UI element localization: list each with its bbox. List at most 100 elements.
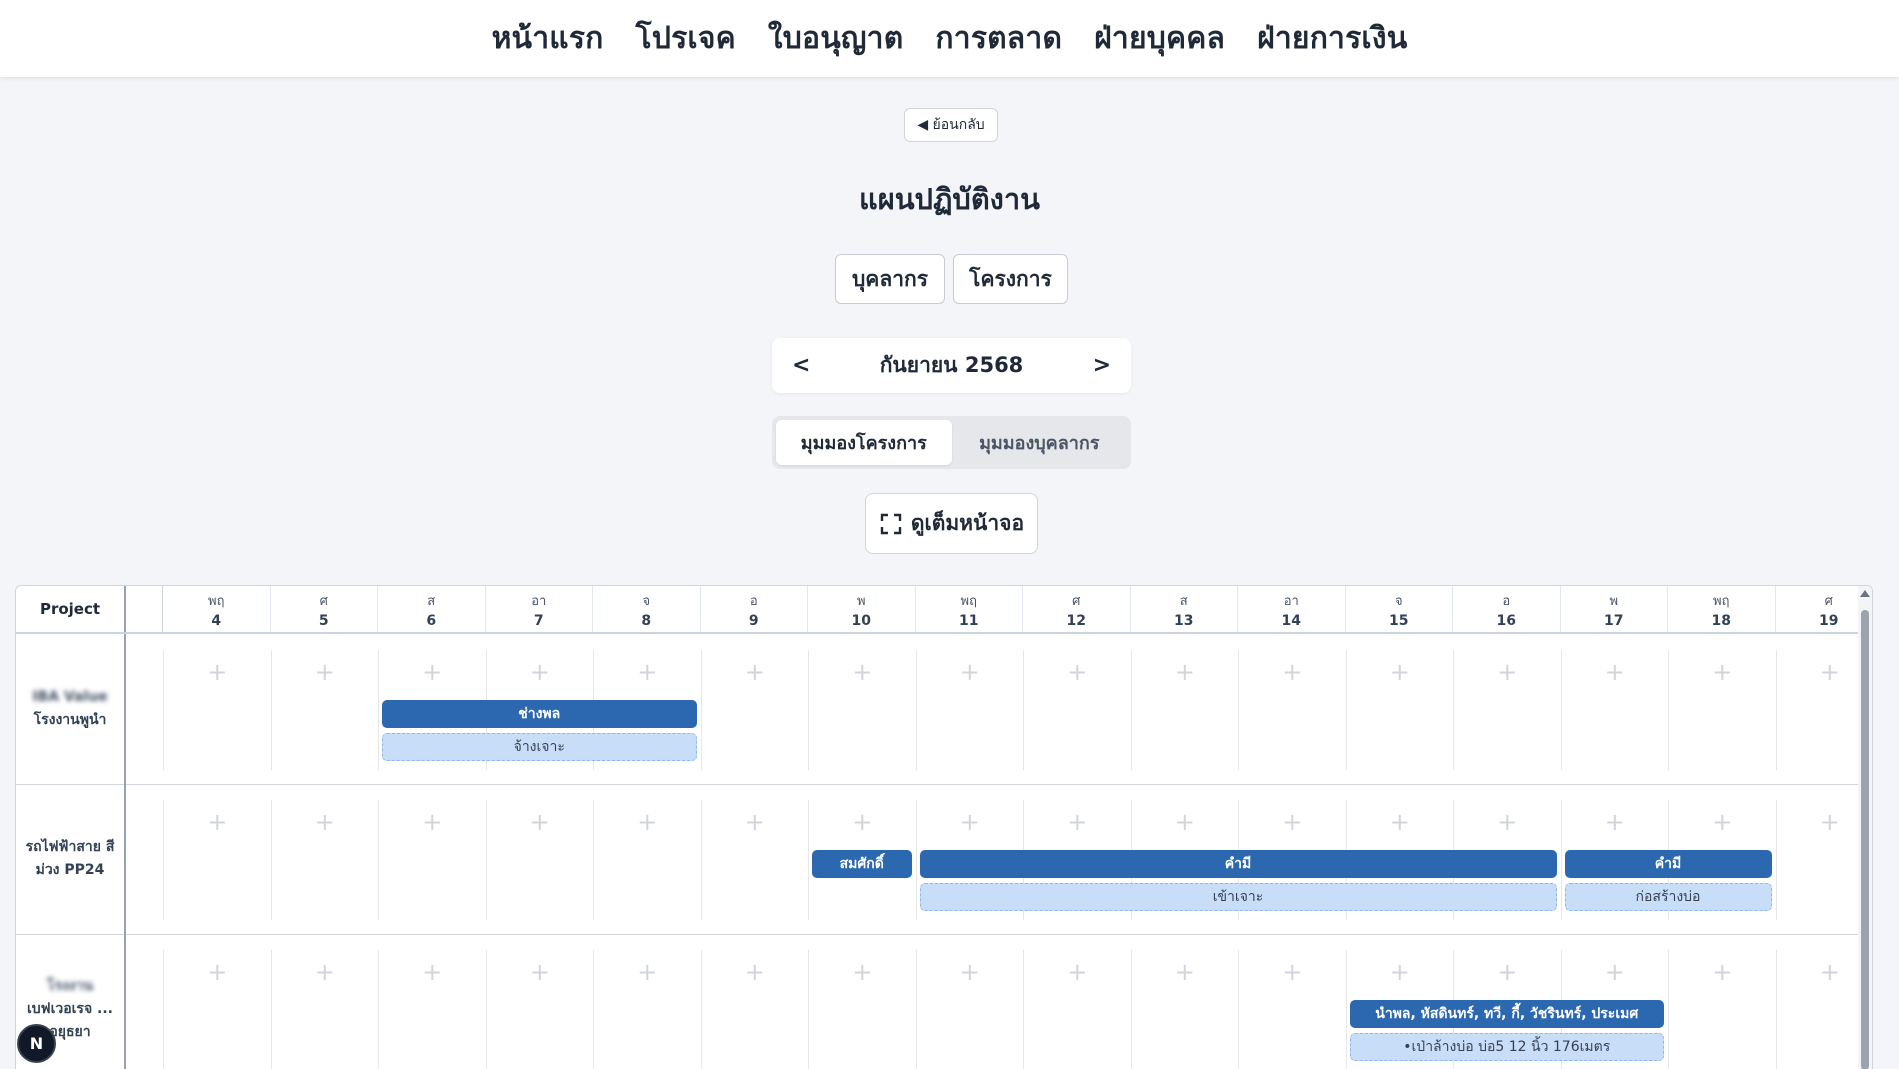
add-event-icon[interactable]: + <box>164 658 271 686</box>
event-assignees-bar[interactable]: คำมี <box>1564 850 1772 878</box>
event-task-bar[interactable]: จ้างเจาะ <box>382 733 697 761</box>
add-event-icon[interactable]: + <box>702 958 809 986</box>
add-event-icon[interactable]: + <box>917 658 1024 686</box>
vertical-scrollbar[interactable] <box>1858 586 1872 1069</box>
day-cell[interactable]: + <box>378 950 486 1069</box>
add-event-icon[interactable]: + <box>594 958 701 986</box>
add-event-icon[interactable]: + <box>164 958 271 986</box>
day-cell[interactable]: + <box>163 650 271 770</box>
day-cell[interactable]: + <box>485 800 594 920</box>
add-event-icon[interactable]: + <box>379 958 486 986</box>
add-event-icon[interactable]: + <box>1132 808 1239 836</box>
prev-month-button[interactable]: < <box>792 353 810 378</box>
add-event-icon[interactable]: + <box>1132 958 1239 986</box>
add-event-icon[interactable]: + <box>1239 808 1346 836</box>
add-event-icon[interactable]: + <box>487 658 594 686</box>
event-assignees-bar[interactable]: ช่างพล <box>382 700 697 728</box>
event-assignees-bar[interactable]: คำมี <box>919 850 1557 878</box>
add-event-icon[interactable]: + <box>1024 958 1131 986</box>
event-assignees-bar[interactable]: สมศักดิ์ <box>812 850 912 878</box>
day-cell[interactable]: + <box>1023 950 1131 1069</box>
add-event-icon[interactable]: + <box>1669 958 1776 986</box>
tab-personnel[interactable]: บุคลากร <box>835 254 945 304</box>
add-event-icon[interactable]: + <box>1454 658 1561 686</box>
day-cell[interactable]: + <box>270 650 379 770</box>
day-cell[interactable]: + <box>1560 650 1669 770</box>
day-cell[interactable]: + <box>593 800 701 920</box>
add-event-icon[interactable]: + <box>809 658 916 686</box>
day-cell[interactable]: + <box>700 800 809 920</box>
day-cell[interactable]: + <box>915 650 1024 770</box>
day-cell[interactable]: + <box>485 950 594 1069</box>
day-cell[interactable]: + <box>700 950 809 1069</box>
event-task-bar[interactable]: ก่อสร้างบ่อ <box>1564 883 1772 911</box>
day-cell[interactable]: + <box>378 800 486 920</box>
add-event-icon[interactable]: + <box>164 808 271 836</box>
add-event-icon[interactable]: + <box>1562 658 1669 686</box>
scrollbar-thumb[interactable] <box>1861 610 1869 1069</box>
add-event-icon[interactable]: + <box>1454 958 1561 986</box>
event-assignees-bar[interactable]: นำพล, หัสดินทร์, ทวี, กี้, วัชรินทร์, ปร… <box>1349 1000 1664 1028</box>
add-event-icon[interactable]: + <box>1669 658 1776 686</box>
day-cell[interactable]: + <box>1345 650 1454 770</box>
event-task-bar[interactable]: เข้าเจาะ <box>919 883 1557 911</box>
add-event-icon[interactable]: + <box>487 808 594 836</box>
add-event-icon[interactable]: + <box>1669 808 1776 836</box>
add-event-icon[interactable]: + <box>917 808 1024 836</box>
day-cell[interactable]: + <box>808 650 916 770</box>
tab-projects[interactable]: โครงการ <box>953 254 1068 304</box>
day-cell[interactable]: + <box>1130 650 1239 770</box>
add-event-icon[interactable]: + <box>1562 808 1669 836</box>
n-badge-icon[interactable]: N <box>17 1024 56 1063</box>
project-label[interactable]: รถไฟฟ้าสาย สีม่วง PP24 <box>16 784 126 934</box>
day-cell[interactable]: + <box>270 800 379 920</box>
add-event-icon[interactable]: + <box>379 658 486 686</box>
add-event-icon[interactable]: + <box>272 808 379 836</box>
add-event-icon[interactable]: + <box>487 958 594 986</box>
day-cell[interactable]: + <box>808 950 916 1069</box>
nav-projects[interactable]: โปรเจค <box>636 15 736 62</box>
day-cell[interactable]: + <box>270 950 379 1069</box>
day-cell[interactable]: + <box>1238 950 1346 1069</box>
back-button[interactable]: ◀ ย้อนกลับ <box>904 108 998 142</box>
nav-licenses[interactable]: ใบอนุญาต <box>768 15 904 62</box>
day-cell[interactable]: + <box>1130 950 1239 1069</box>
day-cell[interactable]: + <box>1453 650 1561 770</box>
project-view-button[interactable]: มุมมองโครงการ <box>776 420 952 465</box>
add-event-icon[interactable]: + <box>594 808 701 836</box>
day-cell[interactable]: + <box>700 650 809 770</box>
day-cell[interactable]: + <box>163 950 271 1069</box>
next-month-button[interactable]: > <box>1093 353 1111 378</box>
add-event-icon[interactable]: + <box>379 808 486 836</box>
add-event-icon[interactable]: + <box>1347 958 1454 986</box>
nav-finance[interactable]: ฝ่ายการเงิน <box>1257 15 1407 62</box>
nav-home[interactable]: หน้าแรก <box>492 15 604 62</box>
add-event-icon[interactable]: + <box>1132 658 1239 686</box>
nav-hr[interactable]: ฝ่ายบุคคล <box>1094 15 1225 62</box>
add-event-icon[interactable]: + <box>917 958 1024 986</box>
add-event-icon[interactable]: + <box>702 808 809 836</box>
project-label[interactable]: IBA Value โรงงานพูนำ <box>16 634 126 784</box>
scroll-up-arrow-icon[interactable] <box>1860 590 1870 597</box>
add-event-icon[interactable]: + <box>1239 658 1346 686</box>
add-event-icon[interactable]: + <box>1347 658 1454 686</box>
add-event-icon[interactable]: + <box>272 958 379 986</box>
add-event-icon[interactable]: + <box>272 658 379 686</box>
add-event-icon[interactable]: + <box>809 958 916 986</box>
day-cell[interactable]: + <box>1238 650 1346 770</box>
add-event-icon[interactable]: + <box>1347 808 1454 836</box>
nav-marketing[interactable]: การตลาด <box>935 15 1062 62</box>
fullscreen-button[interactable]: ดูเต็มหน้าจอ <box>865 493 1038 554</box>
personnel-view-button[interactable]: มุมมองบุคลากร <box>952 420 1128 465</box>
add-event-icon[interactable]: + <box>594 658 701 686</box>
event-task-bar[interactable]: •เป่าล้างบ่อ บ่อ5 12 นิ้ว 176เมตร <box>1349 1033 1664 1061</box>
add-event-icon[interactable]: + <box>1239 958 1346 986</box>
day-cell[interactable]: + <box>593 950 701 1069</box>
day-cell[interactable]: + <box>163 800 271 920</box>
day-cell[interactable]: + <box>1668 650 1776 770</box>
add-event-icon[interactable]: + <box>1024 658 1131 686</box>
day-cell[interactable]: + <box>1668 950 1776 1069</box>
add-event-icon[interactable]: + <box>702 658 809 686</box>
day-cell[interactable]: + <box>1023 650 1131 770</box>
add-event-icon[interactable]: + <box>1562 958 1669 986</box>
